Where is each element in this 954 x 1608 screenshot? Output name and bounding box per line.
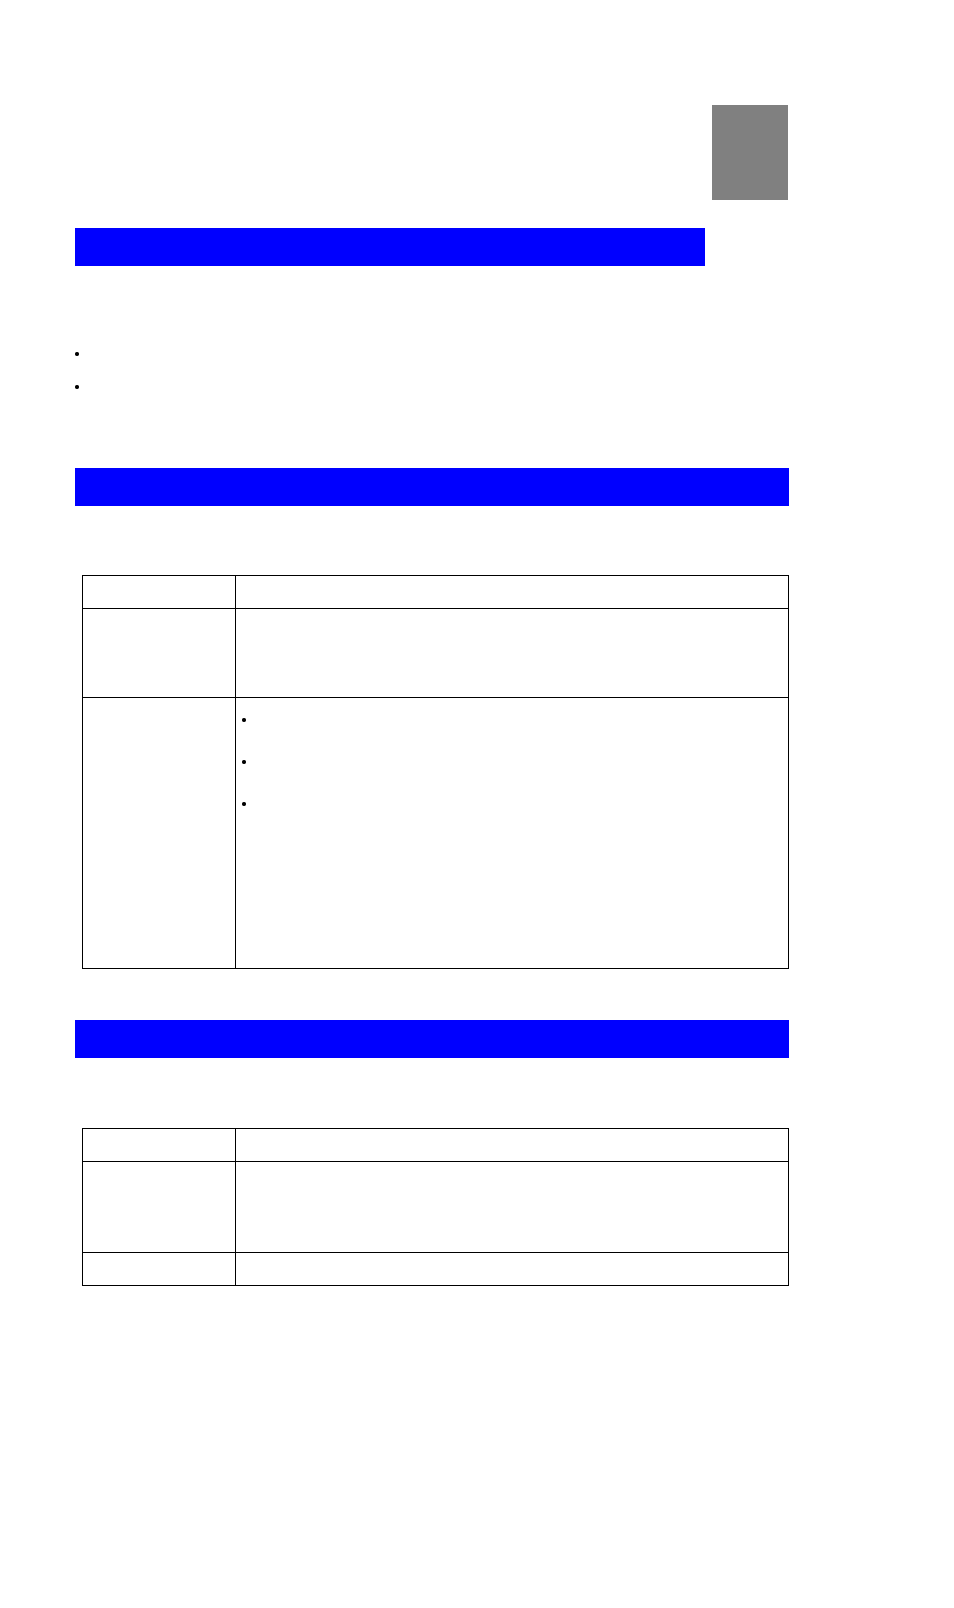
table-row xyxy=(83,1253,789,1286)
cell xyxy=(236,1129,789,1162)
section-bar-3 xyxy=(75,1020,789,1058)
intro-list-item xyxy=(90,379,570,394)
table-1 xyxy=(82,575,789,969)
table-row xyxy=(83,576,789,609)
table-row xyxy=(83,698,789,969)
cell xyxy=(236,609,789,698)
cell xyxy=(83,1129,236,1162)
top-right-image-placeholder xyxy=(712,105,788,200)
table-row xyxy=(83,609,789,698)
list-item xyxy=(256,796,782,810)
intro-list-item xyxy=(90,346,570,361)
cell xyxy=(236,576,789,609)
table-row xyxy=(83,1162,789,1253)
cell xyxy=(236,1253,789,1286)
table-2 xyxy=(82,1128,789,1286)
cell xyxy=(83,1162,236,1253)
cell xyxy=(83,1253,236,1286)
cell xyxy=(83,609,236,698)
list-item xyxy=(256,712,782,726)
cell xyxy=(83,698,236,969)
table-row xyxy=(83,1129,789,1162)
cell xyxy=(83,576,236,609)
cell xyxy=(236,1162,789,1253)
list-item xyxy=(256,754,782,768)
intro-list xyxy=(70,328,570,412)
section-bar-2 xyxy=(75,468,789,506)
section-bar-1 xyxy=(75,228,705,266)
cell xyxy=(236,698,789,969)
